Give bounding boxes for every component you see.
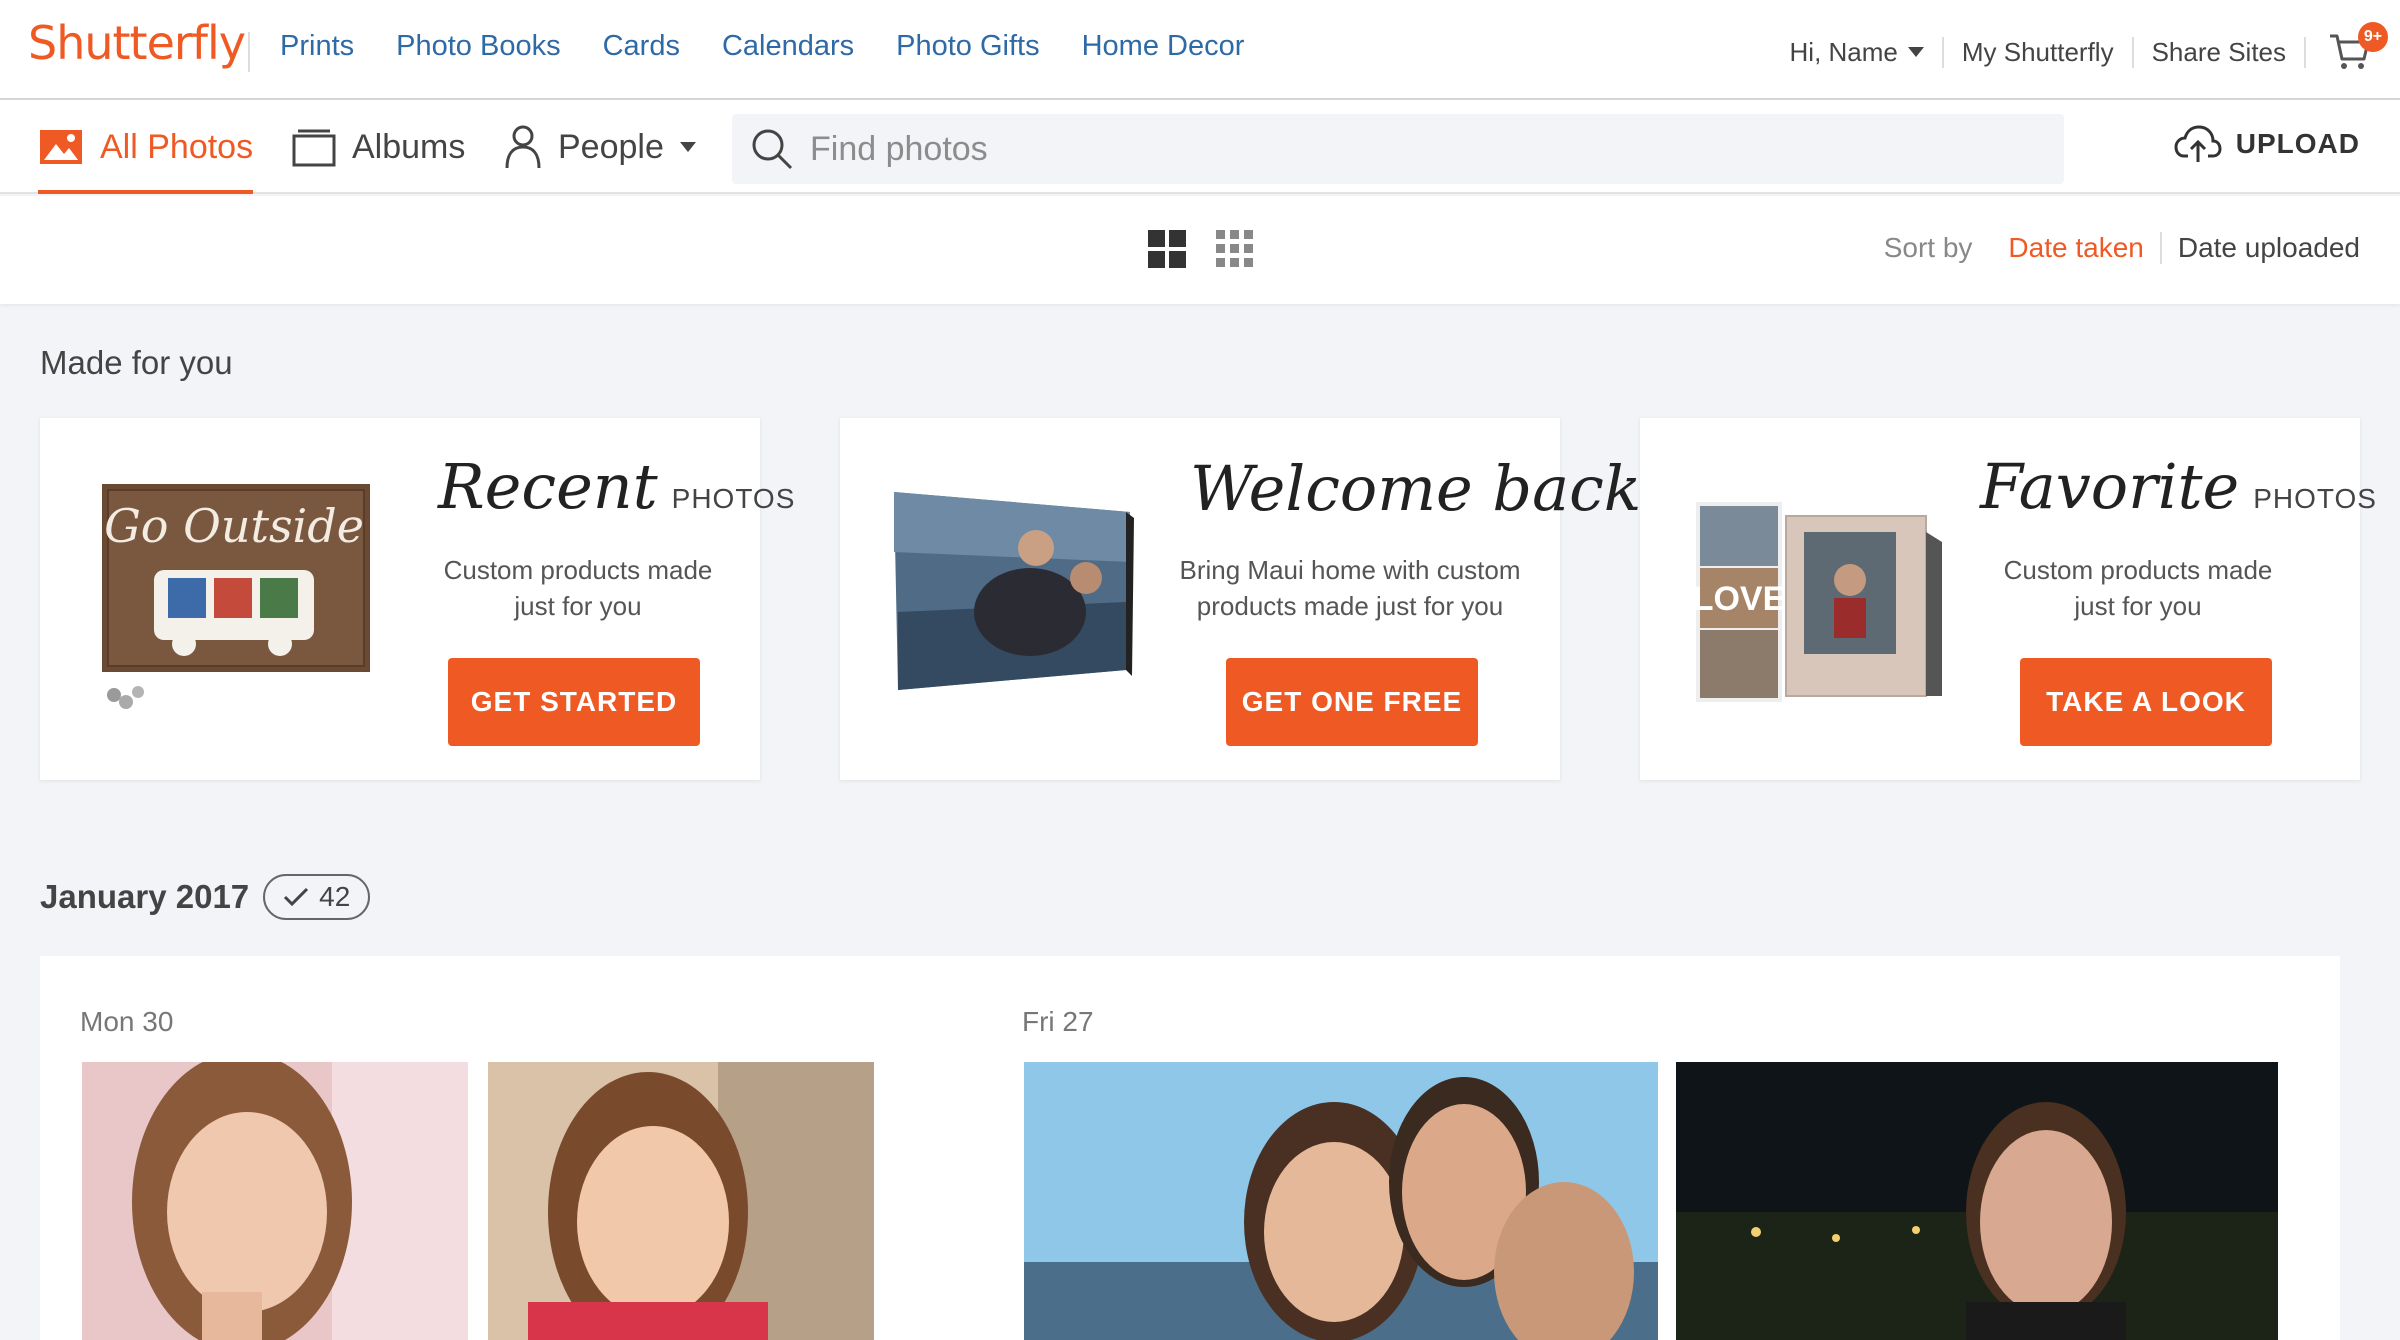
tab-all-photos-label: All Photos	[100, 127, 254, 166]
puzzle-image-text: Go Outside	[104, 499, 364, 553]
favorite-photos-description: Custom products made just for you	[2003, 555, 2273, 621]
favorite-photos-title: Favorite PHOTOS	[1980, 450, 2377, 523]
photo-thumbnail[interactable]	[1676, 1062, 2278, 1340]
sort-label: Sort by	[1883, 232, 1973, 263]
share-sites-link[interactable]: Share Sites	[2134, 36, 2306, 68]
get-one-free-button[interactable]: GET ONE FREE	[1226, 658, 1478, 746]
sort-control: Sort by Date taken Date uploaded	[1884, 232, 2360, 264]
nav-link-photo-books[interactable]: Photo Books	[396, 30, 560, 63]
made-for-you-heading: Made for you	[40, 344, 233, 381]
logo-divider	[248, 32, 250, 72]
photos-subnav: All Photos Albums People UPLOAD	[0, 100, 2400, 194]
welcome-back-title: Welcome back!	[1190, 452, 1667, 525]
search-input[interactable]	[810, 129, 2010, 169]
account-area: Hi, Name My Shutterfly Share Sites 9+	[1772, 22, 2388, 72]
month-header: January 2017 42	[40, 874, 371, 920]
photo-count: 42	[319, 881, 351, 912]
day-label-mon-30: Mon 30	[80, 1006, 174, 1037]
account-menu[interactable]: Hi, Name	[1772, 36, 1944, 68]
photo-thumbnail[interactable]	[82, 1062, 468, 1340]
select-month-button[interactable]: 42	[263, 874, 371, 920]
cart-count-badge: 9+	[2358, 22, 2388, 52]
main-nav: Prints Photo Books Cards Calendars Photo…	[280, 30, 1244, 63]
view-toolbar: Sort by Date taken Date uploaded	[0, 196, 2400, 304]
tab-people[interactable]: People	[504, 100, 696, 194]
album-icon	[292, 129, 336, 167]
nav-link-home-decor[interactable]: Home Decor	[1082, 30, 1245, 63]
image-icon	[40, 130, 82, 164]
photo-thumbnail[interactable]	[1024, 1062, 1658, 1340]
photo-thumbnail[interactable]	[488, 1062, 874, 1340]
welcome-back-description: Bring Maui home with custom products mad…	[1179, 555, 1521, 621]
chevron-down-icon	[679, 142, 696, 152]
sort-date-taken[interactable]: Date taken	[1992, 232, 2162, 264]
canvas-product-image	[894, 492, 1134, 690]
sort-date-uploaded[interactable]: Date uploaded	[2162, 232, 2360, 264]
top-nav: Shutterfly Prints Photo Books Cards Cale…	[0, 0, 2400, 100]
upload-label: UPLOAD	[2235, 128, 2360, 159]
frame-image-text: LOVE	[1693, 580, 1786, 618]
nav-link-prints[interactable]: Prints	[280, 30, 354, 63]
tab-all-photos[interactable]: All Photos	[38, 100, 254, 194]
get-started-button[interactable]: GET STARTED	[448, 658, 700, 746]
day-label-fri-27: Fri 27	[1022, 1006, 1094, 1037]
take-a-look-button[interactable]: TAKE A LOOK	[2020, 658, 2272, 746]
person-icon	[505, 125, 541, 169]
photo-timeline: Mon 30 Fri 27	[40, 956, 2340, 1340]
month-title: January 2017	[40, 878, 250, 915]
recent-photos-description: Custom products made just for you	[443, 555, 713, 621]
search-bar	[732, 114, 2064, 184]
tab-albums[interactable]: Albums	[292, 100, 465, 194]
nav-link-cards[interactable]: Cards	[603, 30, 680, 63]
recent-photos-title: Recent PHOTOS	[438, 450, 796, 523]
tab-albums-label: Albums	[352, 127, 466, 166]
large-grid-icon[interactable]	[1148, 230, 1186, 268]
search-icon	[752, 129, 793, 170]
view-toggle	[1148, 230, 1254, 268]
greeting-label: Hi, Name	[1789, 36, 1898, 67]
cart-button[interactable]: 9+	[2328, 22, 2388, 72]
upload-button[interactable]: UPLOAD	[2174, 124, 2360, 164]
promo-card-recent: Go Outside Recent PHOTOS Custom products …	[40, 418, 794, 780]
puzzle-product-image: Go Outside	[102, 484, 370, 709]
nav-link-calendars[interactable]: Calendars	[722, 30, 854, 63]
my-shutterfly-link[interactable]: My Shutterfly	[1944, 36, 2134, 68]
checkmark-icon	[284, 887, 309, 907]
promo-card-welcome: Welcome back! Bring Maui home with custo…	[840, 418, 1666, 780]
shutterfly-logo[interactable]: Shutterfly	[28, 16, 246, 70]
small-grid-icon[interactable]	[1216, 230, 1254, 268]
cloud-upload-icon	[2174, 125, 2222, 162]
frame-product-image: LOVE	[1693, 502, 1942, 702]
nav-link-photo-gifts[interactable]: Photo Gifts	[896, 30, 1039, 63]
promo-card-favorite: LOVE Favorite PHOTOS Custom products made…	[1640, 418, 2376, 780]
tab-people-label: People	[558, 127, 664, 166]
chevron-down-icon	[1907, 47, 1924, 57]
